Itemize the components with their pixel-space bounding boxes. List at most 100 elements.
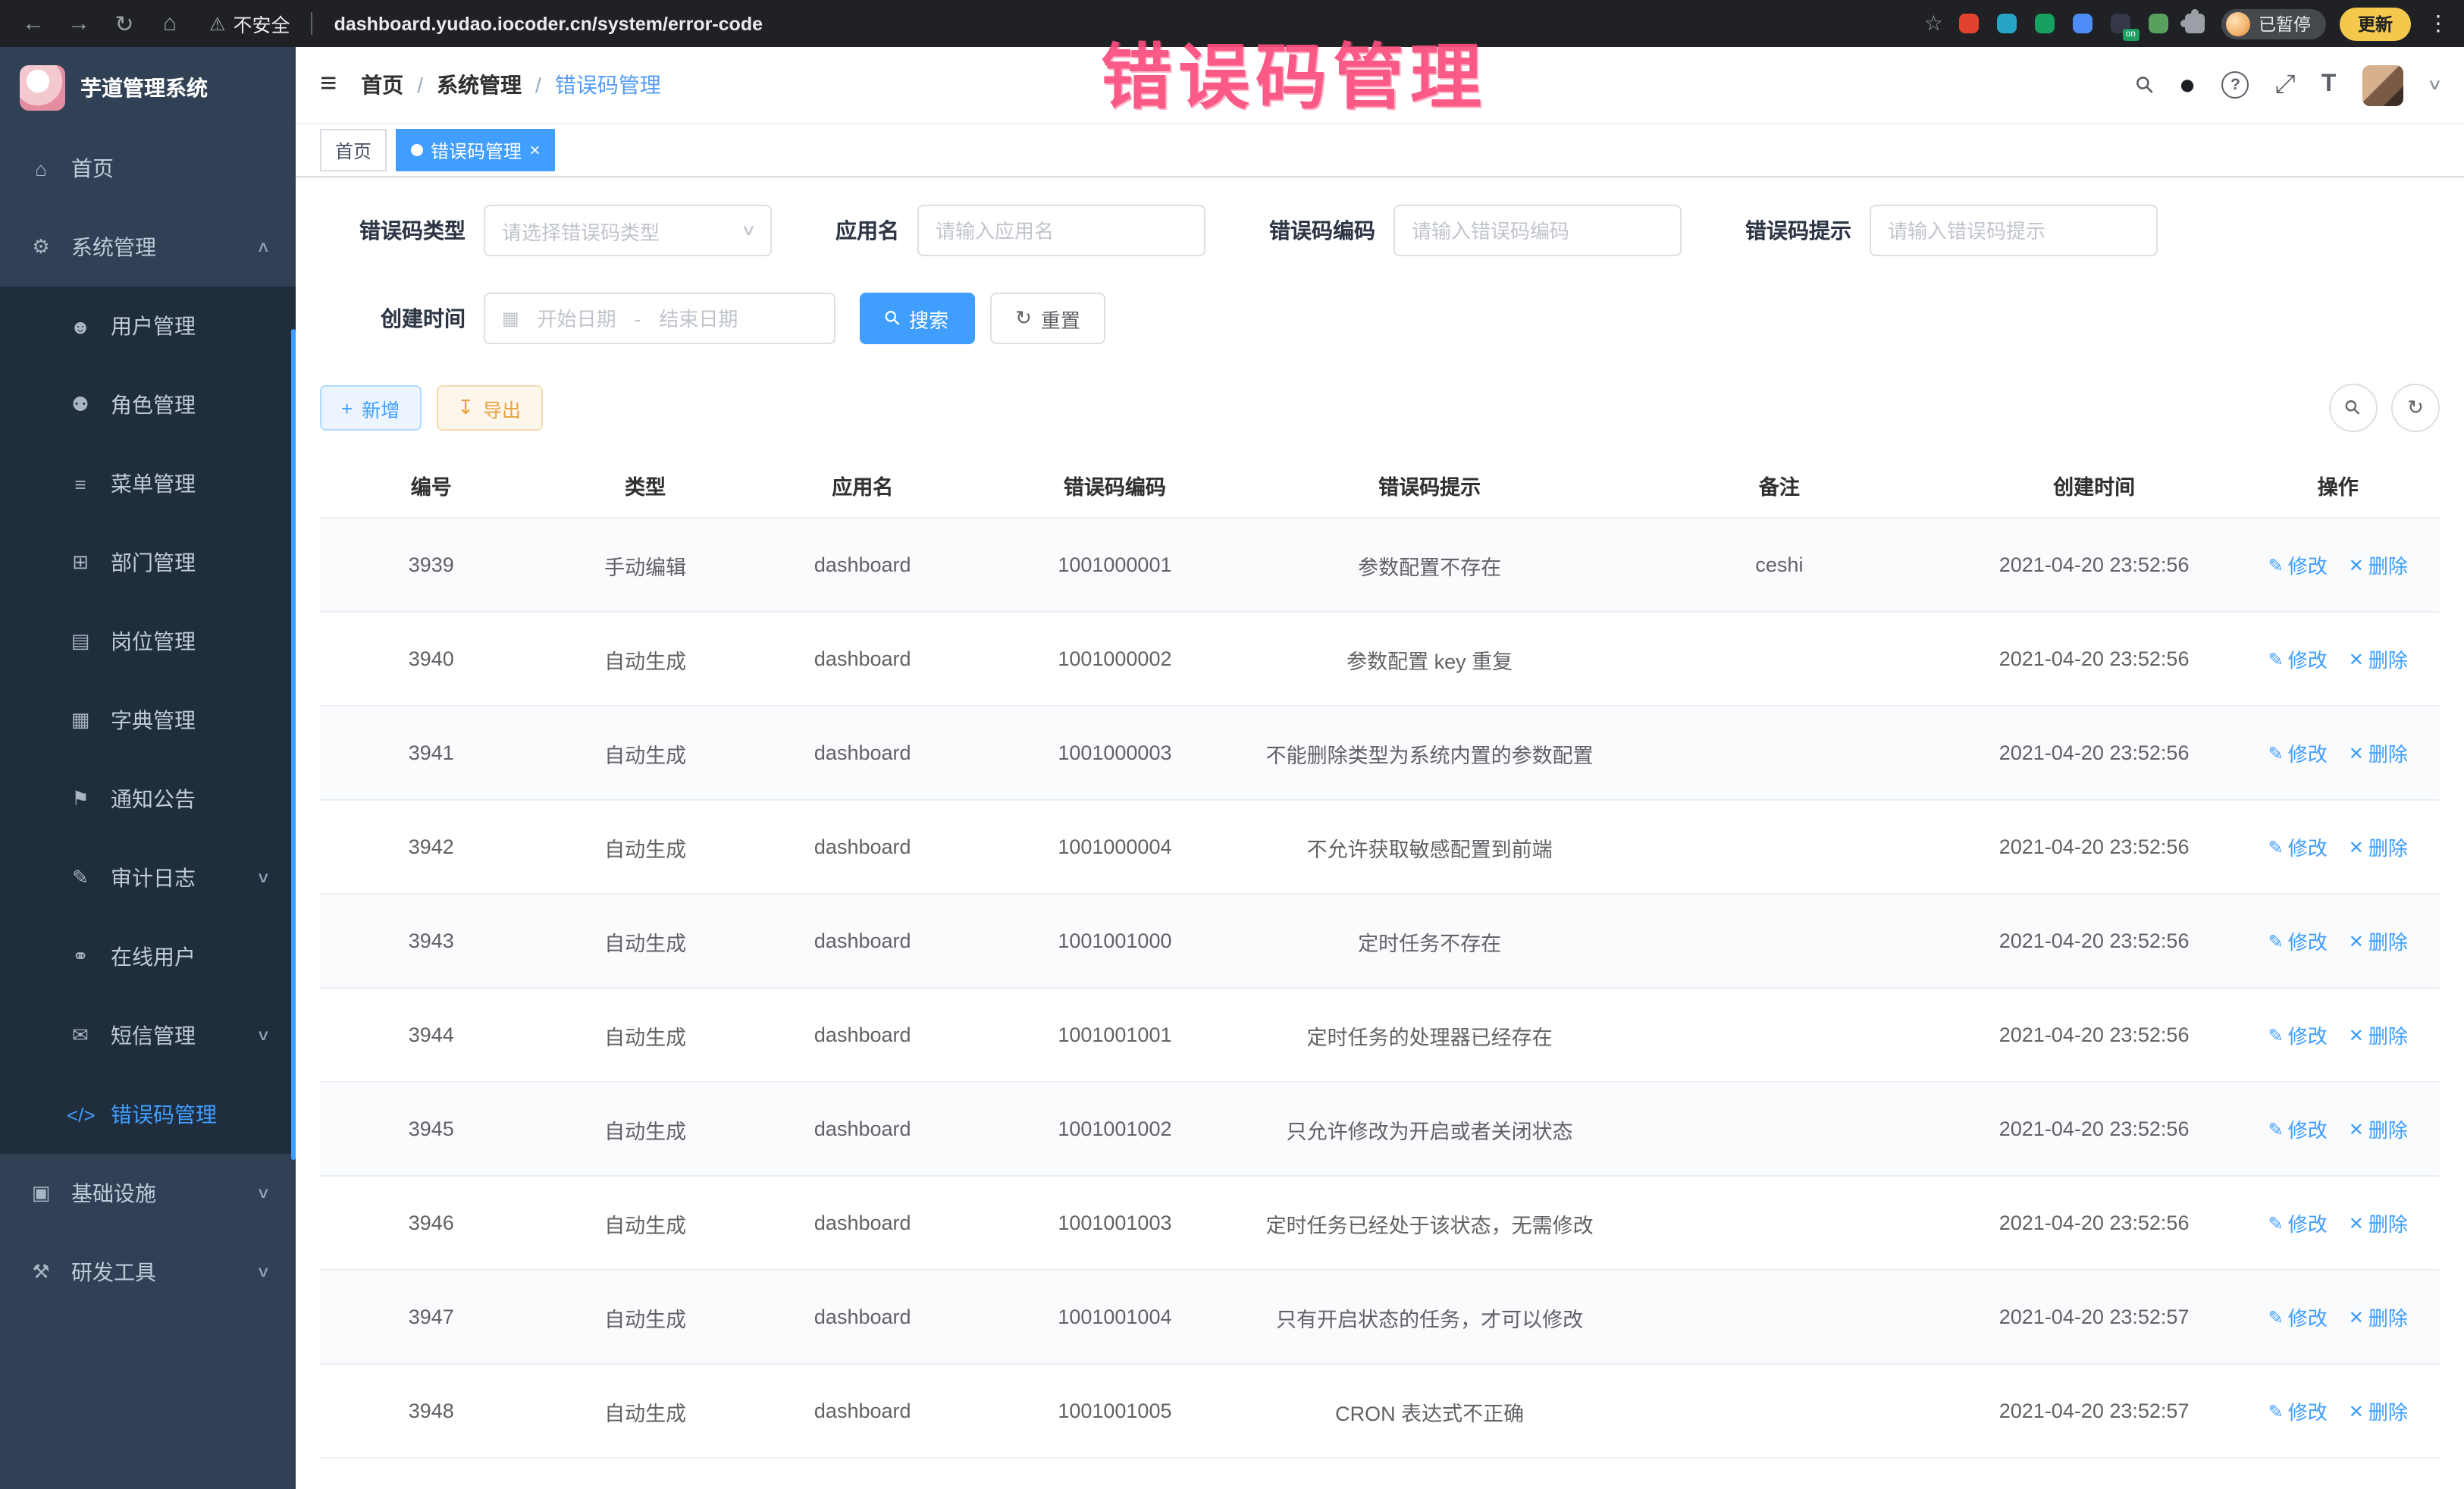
browser-menu-icon[interactable]: ⋮ (2428, 11, 2449, 36)
table-row[interactable]: 3947 自动生成 dashboard 1001001004 只有开启状态的任务… (320, 1270, 2440, 1364)
hint-input[interactable] (1870, 205, 2158, 256)
search-button[interactable]: ⚲ 搜索 (860, 293, 974, 344)
breadcrumb-item[interactable]: 首页 / (361, 70, 437, 100)
extension-icon-dark[interactable]: on (2108, 11, 2133, 36)
edit-button[interactable]: ✎ 修改 (2268, 738, 2328, 767)
security-chip[interactable]: ⚠ 不安全 (209, 9, 290, 38)
delete-button[interactable]: ✕ 删除 (2349, 832, 2408, 861)
column-header[interactable]: 操作 (2236, 453, 2440, 518)
edit-button[interactable]: ✎ 修改 (2268, 1114, 2328, 1143)
show-search-button[interactable]: ⚲ (2329, 384, 2378, 432)
delete-button[interactable]: ✕ 删除 (2349, 1020, 2408, 1049)
delete-button[interactable]: ✕ 删除 (2349, 550, 2408, 579)
column-header[interactable]: 备注 (1607, 453, 1952, 518)
sidebar-item-posts[interactable]: ▤ 岗位管理 (0, 602, 296, 681)
sidebar-item-roles[interactable]: ⚉ 角色管理 (0, 365, 296, 444)
app-logo-row[interactable]: 芋道管理系统 (0, 47, 296, 129)
extension-icon-red[interactable] (1957, 11, 1981, 36)
sidebar-item-notices[interactable]: ⚑ 通知公告 (0, 760, 296, 839)
column-header[interactable]: 编号 (320, 453, 543, 518)
delete-button[interactable]: ✕ 删除 (2349, 1397, 2408, 1425)
sidebar-item-departments[interactable]: ⊞ 部门管理 (0, 523, 296, 602)
code-input[interactable] (1393, 205, 1682, 256)
table-row[interactable]: 3942 自动生成 dashboard 1001000004 不允许获取敏感配置… (320, 800, 2440, 894)
forward-icon[interactable]: → (61, 11, 97, 36)
edit-button[interactable]: ✎ 修改 (2268, 550, 2328, 579)
breadcrumb-item[interactable]: 错误码管理 / (555, 70, 661, 100)
view-tab[interactable]: 错误码管理 × (396, 129, 555, 171)
table-row[interactable]: 3940 自动生成 dashboard 1001000002 参数配置 key … (320, 612, 2440, 706)
reset-button[interactable]: ↻ 重置 (989, 293, 1106, 344)
address-bar[interactable]: dashboard.yudao.iocoder.cn/system/error-… (334, 13, 1915, 34)
back-icon[interactable]: ← (15, 11, 52, 36)
edit-button[interactable]: ✎ 修改 (2268, 1302, 2328, 1331)
sidebar-item-home[interactable]: ⌂ 首页 (0, 129, 296, 208)
delete-button[interactable]: ✕ 删除 (2349, 1208, 2408, 1237)
extensions-puzzle-icon[interactable] (2184, 14, 2204, 33)
delete-button[interactable]: ✕ 删除 (2349, 926, 2408, 955)
extension-icon-blue-grid[interactable] (2071, 11, 2095, 36)
edit-button[interactable]: ✎ 修改 (2268, 1208, 2328, 1237)
table-row[interactable]: 3943 自动生成 dashboard 1001001000 定时任务不存在 2… (320, 894, 2440, 988)
delete-button[interactable]: ✕ 删除 (2349, 1302, 2408, 1331)
table-row[interactable]: 3946 自动生成 dashboard 1001001003 定时任务已经处于该… (320, 1176, 2440, 1270)
view-tab[interactable]: 首页 × (320, 129, 387, 171)
refresh-icon[interactable]: ↻ (106, 10, 143, 37)
edit-button[interactable]: ✎ 修改 (2268, 926, 2328, 955)
extension-icon-green-leaf[interactable] (2146, 11, 2171, 36)
bookmark-star-icon[interactable]: ☆ (1924, 11, 1943, 36)
user-avatar[interactable] (2362, 64, 2403, 105)
fullscreen-icon[interactable]: ⤢ (2275, 70, 2296, 100)
sidebar-item-sms[interactable]: ✉ 短信管理 ∨ (0, 996, 296, 1075)
date-range-picker[interactable]: ▦ - (484, 293, 835, 344)
column-header[interactable]: 类型 (543, 453, 748, 518)
sidebar-item-infrastructure[interactable]: ▣ 基础设施 ∨ (0, 1154, 296, 1233)
add-button[interactable]: + 新增 (320, 385, 421, 431)
edit-button[interactable]: ✎ 修改 (2268, 1397, 2328, 1425)
column-header[interactable]: 错误码编码 (977, 453, 1252, 518)
table-row[interactable]: 3945 自动生成 dashboard 1001001002 只允许修改为开启或… (320, 1082, 2440, 1176)
delete-button[interactable]: ✕ 删除 (2349, 738, 2408, 767)
delete-button[interactable]: ✕ 删除 (2349, 1114, 2408, 1143)
column-header[interactable]: 创建时间 (1952, 453, 2237, 518)
close-icon[interactable]: × (529, 141, 540, 159)
browser-profile-badge[interactable]: 已暂停 (2221, 8, 2326, 39)
sidebar-item-error-codes[interactable]: </> 错误码管理 (0, 1075, 296, 1154)
browser-home-icon[interactable]: ⌂ (152, 11, 188, 36)
font-size-icon[interactable]: T (2321, 71, 2337, 99)
table-row[interactable]: 3944 自动生成 dashboard 1001001001 定时任务的处理器已… (320, 988, 2440, 1082)
search-icon[interactable]: ⚲ (2129, 69, 2160, 100)
help-icon[interactable]: ? (2222, 71, 2249, 99)
start-date-input[interactable] (530, 307, 624, 330)
sidebar-item-audit-logs[interactable]: ✎ 审计日志 ∨ (0, 839, 296, 917)
sidebar-item-dev-tools[interactable]: ⚒ 研发工具 ∨ (0, 1233, 296, 1312)
sidebar-item-menus[interactable]: ≡ 菜单管理 (0, 444, 296, 523)
table-row[interactable]: 3939 手动编辑 dashboard 1001000001 参数配置不存在 c… (320, 518, 2440, 612)
refresh-table-button[interactable]: ↻ (2391, 384, 2440, 432)
github-icon[interactable]: ● (2179, 71, 2196, 99)
column-header[interactable]: 应用名 (748, 453, 977, 518)
sidebar-item-dicts[interactable]: ▦ 字典管理 (0, 681, 296, 760)
sidebar-item-online-users[interactable]: ⚭ 在线用户 (0, 917, 296, 996)
extension-icon-green-check[interactable] (2033, 11, 2057, 36)
edit-button[interactable]: ✎ 修改 (2268, 644, 2328, 673)
export-button[interactable]: ↧ 导出 (436, 385, 542, 431)
table-row[interactable]: 3948 自动生成 dashboard 1001001005 CRON 表达式不… (320, 1364, 2440, 1458)
breadcrumb-item[interactable]: 系统管理 / (437, 70, 555, 100)
app-input[interactable] (917, 205, 1205, 256)
edit-button[interactable]: ✎ 修改 (2268, 1020, 2328, 1049)
extension-icon-teal[interactable] (1995, 11, 2019, 36)
hamburger-icon[interactable]: ≡ (320, 68, 337, 102)
chrome-update-button[interactable]: 更新 (2340, 7, 2411, 40)
table-row[interactable]: 3941 自动生成 dashboard 1001000003 不能删除类型为系统… (320, 706, 2440, 800)
type-select[interactable]: 请选择错误码类型 ∨ (484, 205, 772, 256)
sidebar-item-users[interactable]: ☻ 用户管理 (0, 287, 296, 365)
column-header[interactable]: 错误码提示 (1252, 453, 1607, 518)
cell-time: 2021-04-20 23:52:57 (1952, 1270, 2237, 1364)
end-date-input[interactable] (651, 307, 745, 330)
sidebar-item-system[interactable]: ⚙ 系统管理 ∧ (0, 208, 296, 287)
edit-button[interactable]: ✎ 修改 (2268, 832, 2328, 861)
sidebar-scrollbar[interactable] (291, 329, 296, 1160)
chevron-down-icon[interactable]: ∨ (2426, 77, 2442, 93)
delete-button[interactable]: ✕ 删除 (2349, 644, 2408, 673)
